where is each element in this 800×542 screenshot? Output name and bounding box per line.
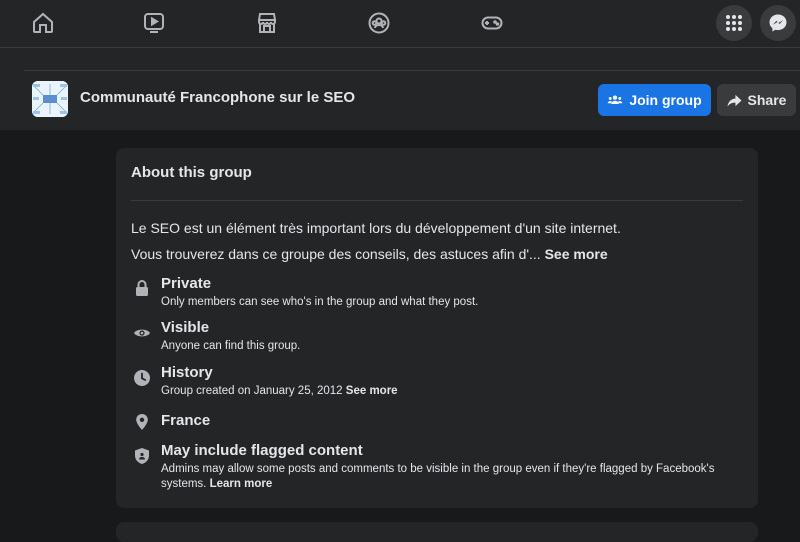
privacy-title: Private	[161, 275, 212, 292]
group-name[interactable]: Communauté Francophone sur le SEO	[80, 89, 355, 106]
menu-grid-button[interactable]	[716, 5, 752, 41]
history-subtitle: Group created on January 25, 2012 See mo…	[161, 384, 721, 399]
visibility-subtitle: Anyone can find this group.	[161, 340, 301, 352]
description-see-more-link[interactable]: See more	[545, 246, 608, 262]
header-divider	[24, 70, 800, 71]
history-created-date: Group created on January 25, 2012	[161, 385, 343, 397]
groups-icon[interactable]	[366, 10, 392, 36]
flagged-content-learn-more-link[interactable]: Learn more	[210, 478, 273, 490]
share-arrow-icon	[727, 94, 742, 107]
about-title: About this group	[131, 164, 252, 181]
eye-icon	[131, 322, 153, 344]
description-truncated: Vous trouverez dans ce groupe des consei…	[131, 246, 541, 262]
group-header: Communauté Francophone sur le SEO Join g…	[0, 48, 800, 130]
shield-icon	[131, 445, 153, 467]
share-button[interactable]: Share	[717, 84, 796, 116]
marketplace-icon[interactable]	[254, 10, 280, 36]
about-group-card: About this group Le SEO est un élément t…	[116, 148, 758, 508]
flagged-content-subtitle: Admins may allow some posts and comments…	[161, 462, 721, 492]
flagged-content-title: May include flagged content	[161, 442, 363, 459]
about-divider	[131, 200, 743, 201]
messenger-icon	[769, 14, 787, 32]
group-description-line-1: Le SEO est un élément très important lor…	[131, 220, 621, 236]
grid-icon	[726, 15, 742, 31]
share-label: Share	[747, 92, 787, 108]
privacy-subtitle: Only members can see who's in the group …	[161, 296, 479, 308]
messenger-button[interactable]	[760, 5, 796, 41]
visibility-title: Visible	[161, 319, 210, 336]
next-card	[116, 522, 758, 542]
watch-video-icon[interactable]	[141, 10, 167, 36]
location-pin-icon	[131, 411, 153, 433]
history-title: History	[161, 364, 213, 381]
gaming-icon[interactable]	[479, 10, 505, 36]
location-title: France	[161, 412, 211, 429]
top-navigation-bar	[0, 0, 800, 48]
home-icon[interactable]	[30, 10, 56, 36]
group-description-line-2: Vous trouverez dans ce groupe des consei…	[131, 246, 608, 262]
people-icon	[607, 95, 623, 104]
clock-icon	[131, 367, 153, 389]
history-see-more-link[interactable]: See more	[346, 385, 398, 397]
join-group-button[interactable]: Join group	[598, 84, 711, 116]
lock-icon	[131, 277, 153, 299]
group-cover-thumbnail[interactable]	[32, 81, 68, 117]
join-group-label: Join group	[629, 92, 702, 108]
